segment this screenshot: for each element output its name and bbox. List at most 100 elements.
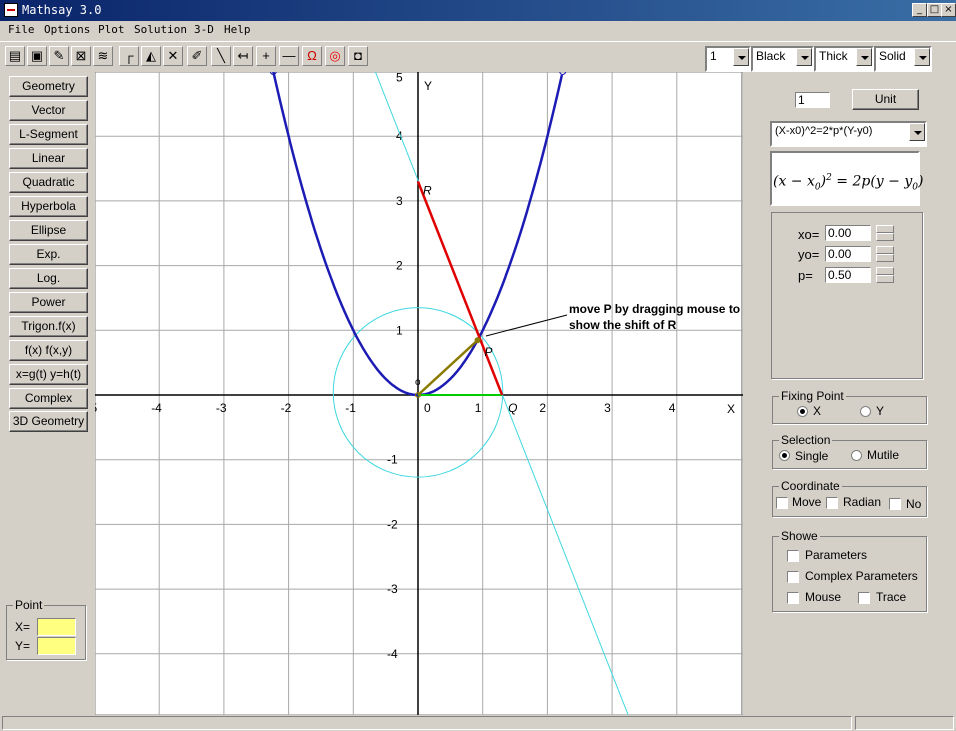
parametric-button[interactable]: x=g(t) y=h(t)	[9, 364, 88, 385]
plus-icon[interactable]: +	[256, 46, 276, 66]
menu-plot[interactable]: Plot	[98, 23, 125, 36]
coordinate-no-checkbox[interactable]	[889, 498, 901, 510]
unit-value-field[interactable]: 1	[795, 92, 830, 108]
chevron-down-icon[interactable]	[796, 48, 812, 66]
showe-complex-checkbox[interactable]	[787, 571, 799, 583]
linear-button[interactable]: Linear	[9, 148, 88, 169]
point-p-marker[interactable]	[474, 337, 481, 344]
coordinate-radian-checkbox[interactable]	[826, 497, 838, 509]
chevron-down-icon[interactable]	[909, 123, 925, 141]
number-select[interactable]: 1	[705, 46, 751, 72]
selection-mutile-radio[interactable]	[851, 450, 862, 461]
graph-canvas[interactable]: -5-4-3-2-101234 54321-1-2-3-4 X Y R P Q …	[95, 72, 743, 715]
param-yo-spinner[interactable]	[876, 246, 894, 262]
app-icon	[4, 3, 18, 17]
coordinate-radian-label: Radian	[843, 495, 882, 509]
draw-icon[interactable]: ◭	[141, 46, 161, 66]
target-icon[interactable]: ◎	[325, 46, 345, 66]
minus-icon[interactable]: —	[279, 46, 299, 66]
complex-button[interactable]: Complex	[9, 388, 88, 409]
hyperbola-button[interactable]: Hyperbola	[9, 196, 88, 217]
minimize-button[interactable]: _	[912, 3, 927, 17]
x-tick-label: -3	[216, 401, 227, 415]
pen-icon[interactable]: ✐	[187, 46, 207, 66]
line-style-select[interactable]: Solid	[874, 46, 932, 72]
corner-icon[interactable]: ┌	[119, 46, 139, 66]
cross-point-icon[interactable]: ✕	[163, 46, 183, 66]
param-p-field[interactable]: 0.50	[825, 267, 871, 283]
point-x-field[interactable]	[37, 618, 76, 636]
chevron-down-icon[interactable]	[856, 48, 872, 66]
coordinate-title: Coordinate	[779, 479, 842, 493]
point-group: Point X= Y=	[6, 598, 86, 660]
y-tick-label: -4	[387, 647, 398, 661]
point-y-label: Y=	[15, 639, 31, 653]
erase-icon[interactable]: ⊠	[71, 46, 91, 66]
fixing-x-radio[interactable]	[797, 406, 808, 417]
chevron-down-icon[interactable]	[914, 48, 930, 66]
showe-parameters-checkbox[interactable]	[787, 550, 799, 562]
selection-single-label: Single	[795, 449, 829, 463]
menu-3d[interactable]: 3-D	[194, 23, 214, 36]
y-tick-label: -2	[387, 517, 398, 531]
number-select-value: 1	[710, 49, 717, 63]
y-axis-label: Y	[424, 79, 432, 93]
fixing-y-radio[interactable]	[860, 406, 871, 417]
coordinate-move-checkbox[interactable]	[776, 497, 788, 509]
formula-lhs: (x − x	[773, 173, 815, 190]
line-tool-icon[interactable]: ╲	[211, 46, 231, 66]
showe-title: Showe	[779, 529, 820, 543]
color-select[interactable]: Black	[751, 46, 814, 72]
selection-mutile-label: Mutile	[867, 448, 900, 462]
speaker-icon[interactable]: ◘	[348, 46, 368, 66]
param-p-spinner[interactable]	[876, 267, 894, 283]
geometry-button[interactable]: Geometry	[9, 76, 88, 97]
selection-single-radio[interactable]	[779, 450, 790, 461]
chevron-down-icon[interactable]	[733, 48, 749, 66]
magnet-icon[interactable]: Ω	[302, 46, 322, 66]
showe-trace-label: Trace	[876, 590, 907, 604]
param-p-label: p=	[798, 268, 813, 283]
equation-select[interactable]: (X-x0)^2=2*p*(Y-y0)	[770, 121, 927, 147]
left-arrow-icon[interactable]: ↤	[233, 46, 253, 66]
3d-geometry-button[interactable]: 3D Geometry	[9, 411, 88, 432]
annotation-line-2: show the shift of R	[569, 318, 677, 332]
ellipse-button[interactable]: Ellipse	[9, 220, 88, 241]
l-segment-button[interactable]: L-Segment	[9, 124, 88, 145]
open-icon[interactable]: ▤	[5, 46, 25, 66]
menu-help[interactable]: Help	[224, 23, 251, 36]
y-tick-label: 4	[396, 129, 403, 143]
param-xo-field[interactable]: 0.00	[825, 225, 871, 241]
point-y-field[interactable]	[37, 637, 76, 655]
x-tick-label: -4	[151, 401, 162, 415]
showe-parameters-label: Parameters	[805, 548, 868, 562]
function-button[interactable]: f(x) f(x,y)	[9, 340, 88, 361]
unit-button[interactable]: Unit	[852, 89, 919, 110]
param-xo-spinner[interactable]	[876, 225, 894, 241]
menu-solution[interactable]: Solution	[134, 23, 187, 36]
quadratic-button[interactable]: Quadratic	[9, 172, 88, 193]
formula-display: (x − x0)2 = 2p(y − y0)	[770, 151, 923, 206]
thickness-select[interactable]: Thick	[814, 46, 874, 72]
equation-select-value: (X-x0)^2=2*p*(Y-y0)	[775, 125, 873, 137]
showe-mouse-checkbox[interactable]	[787, 592, 799, 604]
vector-button[interactable]: Vector	[9, 100, 88, 121]
save-icon[interactable]: ▣	[27, 46, 47, 66]
x-tick-label: 3	[604, 401, 611, 415]
menu-file[interactable]: File	[8, 23, 35, 36]
chart-icon[interactable]: ≋	[93, 46, 113, 66]
status-bar	[0, 715, 956, 731]
selection-title: Selection	[779, 433, 833, 447]
param-yo-field[interactable]: 0.00	[825, 246, 871, 262]
menu-options[interactable]: Options	[44, 23, 90, 36]
exp-button[interactable]: Exp.	[9, 244, 88, 265]
edit-icon[interactable]: ✎	[49, 46, 69, 66]
trigon-button[interactable]: Trigon.f(x)	[9, 316, 88, 337]
coordinate-move-label: Move	[792, 495, 822, 509]
close-button[interactable]: ×	[941, 3, 956, 17]
power-button[interactable]: Power	[9, 292, 88, 313]
log-button[interactable]: Log.	[9, 268, 88, 289]
y-tick-label: 5	[396, 72, 403, 85]
showe-trace-checkbox[interactable]	[858, 592, 870, 604]
maximize-button[interactable]: □	[927, 3, 942, 17]
